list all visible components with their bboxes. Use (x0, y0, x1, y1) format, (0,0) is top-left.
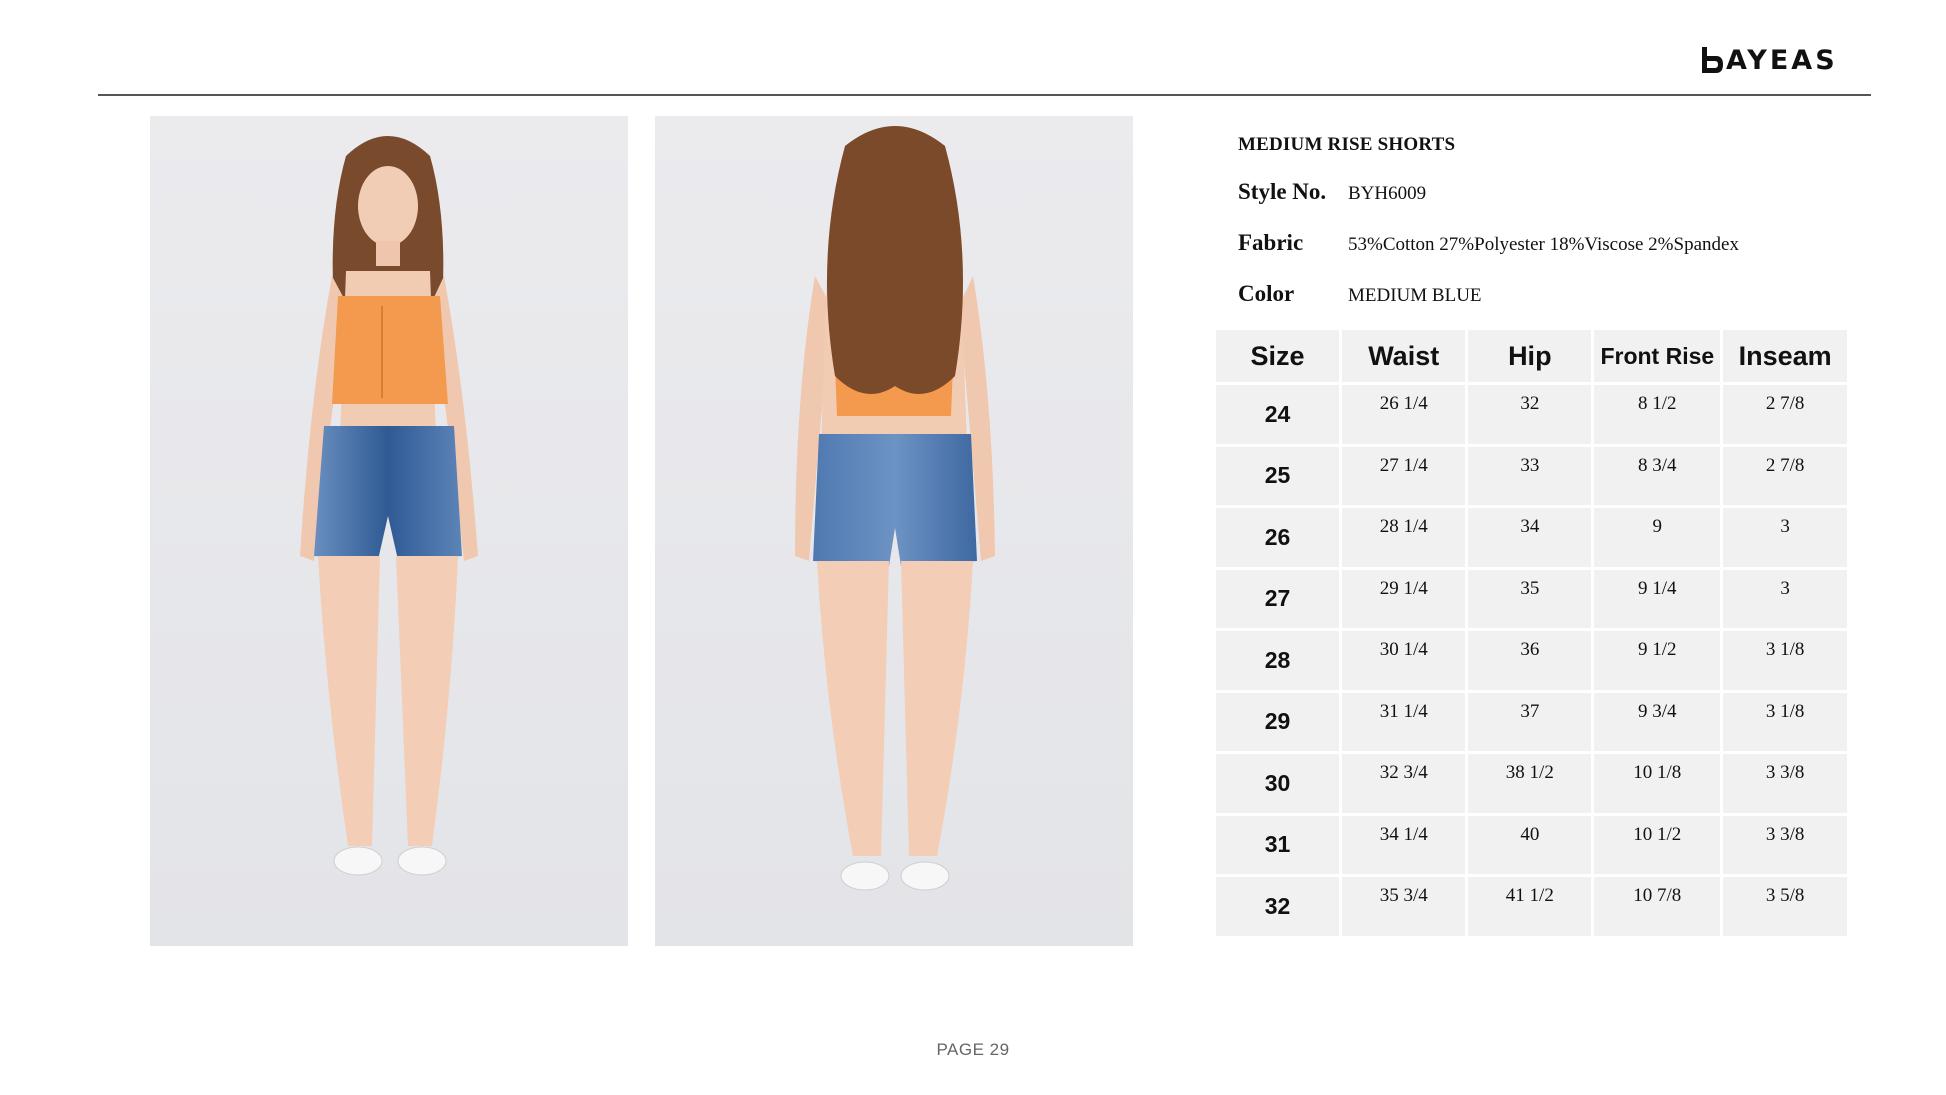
header-inseam: Inseam (1723, 330, 1847, 382)
waist-cell: 32 3/4 (1342, 754, 1466, 813)
b-monogram-icon (1702, 47, 1723, 73)
front-rise-cell: 9 1/2 (1594, 631, 1721, 690)
waist-cell: 31 1/4 (1342, 692, 1466, 751)
inseam-cell: 3 3/8 (1723, 815, 1847, 874)
spec-fabric: Fabric 53%Cotton 27%Polyester 18%Viscose… (1238, 230, 1739, 256)
header-hip: Hip (1468, 330, 1592, 382)
size-cell: 25 (1216, 446, 1340, 505)
inseam-cell: 3 (1723, 569, 1847, 628)
table-row: 30 32 3/4 38 1/2 10 1/8 3 3/8 (1216, 754, 1847, 813)
header-divider (98, 94, 1871, 96)
front-rise-cell: 8 3/4 (1594, 446, 1721, 505)
brand-name: AYEAS (1726, 44, 1838, 76)
hip-cell: 33 (1468, 446, 1592, 505)
size-cell: 28 (1216, 631, 1340, 690)
inseam-cell: 3 1/8 (1723, 631, 1847, 690)
front-rise-cell: 10 7/8 (1594, 877, 1721, 936)
product-title: MEDIUM RISE SHORTS (1238, 134, 1456, 155)
spec-style-no: Style No. BYH6009 (1238, 179, 1426, 205)
spec-label: Fabric (1238, 230, 1304, 255)
table-row: 29 31 1/4 37 9 3/4 3 1/8 (1216, 692, 1847, 751)
front-rise-cell: 9 3/4 (1594, 692, 1721, 751)
hip-cell: 40 (1468, 815, 1592, 874)
hip-cell: 35 (1468, 569, 1592, 628)
header-front-rise: Front Rise (1594, 330, 1721, 382)
front-rise-cell: 10 1/8 (1594, 754, 1721, 813)
page-number: PAGE 29 (936, 1040, 1010, 1059)
spec-value: 53%Cotton 27%Polyester 18%Viscose 2%Span… (1348, 234, 1739, 255)
waist-cell: 29 1/4 (1342, 569, 1466, 628)
spec-value: BYH6009 (1348, 183, 1427, 204)
front-rise-cell: 8 1/2 (1594, 385, 1721, 444)
table-row: 27 29 1/4 35 9 1/4 3 (1216, 569, 1847, 628)
size-chart-table: Size Waist Hip Front Rise Inseam 24 26 1… (1213, 327, 1850, 939)
spec-value: MEDIUM BLUE (1348, 285, 1482, 306)
size-cell: 24 (1216, 385, 1340, 444)
table-row: 25 27 1/4 33 8 3/4 2 7/8 (1216, 446, 1847, 505)
waist-cell: 26 1/4 (1342, 385, 1466, 444)
front-rise-cell: 9 (1594, 508, 1721, 567)
hip-cell: 32 (1468, 385, 1592, 444)
front-rise-cell: 9 1/4 (1594, 569, 1721, 628)
size-cell: 32 (1216, 877, 1340, 936)
header-size: Size (1216, 330, 1340, 382)
inseam-cell: 3 (1723, 508, 1847, 567)
table-row: 26 28 1/4 34 9 3 (1216, 508, 1847, 567)
back-view-photo (655, 116, 1133, 946)
waist-cell: 30 1/4 (1342, 631, 1466, 690)
front-view-photo (150, 116, 628, 946)
spec-color: Color MEDIUM BLUE (1238, 281, 1482, 307)
size-cell: 30 (1216, 754, 1340, 813)
brand-logo: AYEAS (1700, 44, 1860, 76)
size-cell: 26 (1216, 508, 1340, 567)
header-waist: Waist (1342, 330, 1466, 382)
hip-cell: 34 (1468, 508, 1592, 567)
size-chart-header-row: Size Waist Hip Front Rise Inseam (1216, 330, 1847, 382)
table-row: 31 34 1/4 40 10 1/2 3 3/8 (1216, 815, 1847, 874)
size-cell: 31 (1216, 815, 1340, 874)
hip-cell: 37 (1468, 692, 1592, 751)
spec-label: Color (1238, 281, 1295, 306)
size-cell: 27 (1216, 569, 1340, 628)
waist-cell: 27 1/4 (1342, 446, 1466, 505)
table-row: 28 30 1/4 36 9 1/2 3 1/8 (1216, 631, 1847, 690)
hip-cell: 41 1/2 (1468, 877, 1592, 936)
inseam-cell: 2 7/8 (1723, 446, 1847, 505)
waist-cell: 35 3/4 (1342, 877, 1466, 936)
size-cell: 29 (1216, 692, 1340, 751)
front-rise-cell: 10 1/2 (1594, 815, 1721, 874)
inseam-cell: 3 3/8 (1723, 754, 1847, 813)
waist-cell: 34 1/4 (1342, 815, 1466, 874)
waist-cell: 28 1/4 (1342, 508, 1466, 567)
hip-cell: 38 1/2 (1468, 754, 1592, 813)
table-row: 32 35 3/4 41 1/2 10 7/8 3 5/8 (1216, 877, 1847, 936)
inseam-cell: 2 7/8 (1723, 385, 1847, 444)
spec-label: Style No. (1238, 179, 1327, 204)
hip-cell: 36 (1468, 631, 1592, 690)
inseam-cell: 3 1/8 (1723, 692, 1847, 751)
inseam-cell: 3 5/8 (1723, 877, 1847, 936)
table-row: 24 26 1/4 32 8 1/2 2 7/8 (1216, 385, 1847, 444)
